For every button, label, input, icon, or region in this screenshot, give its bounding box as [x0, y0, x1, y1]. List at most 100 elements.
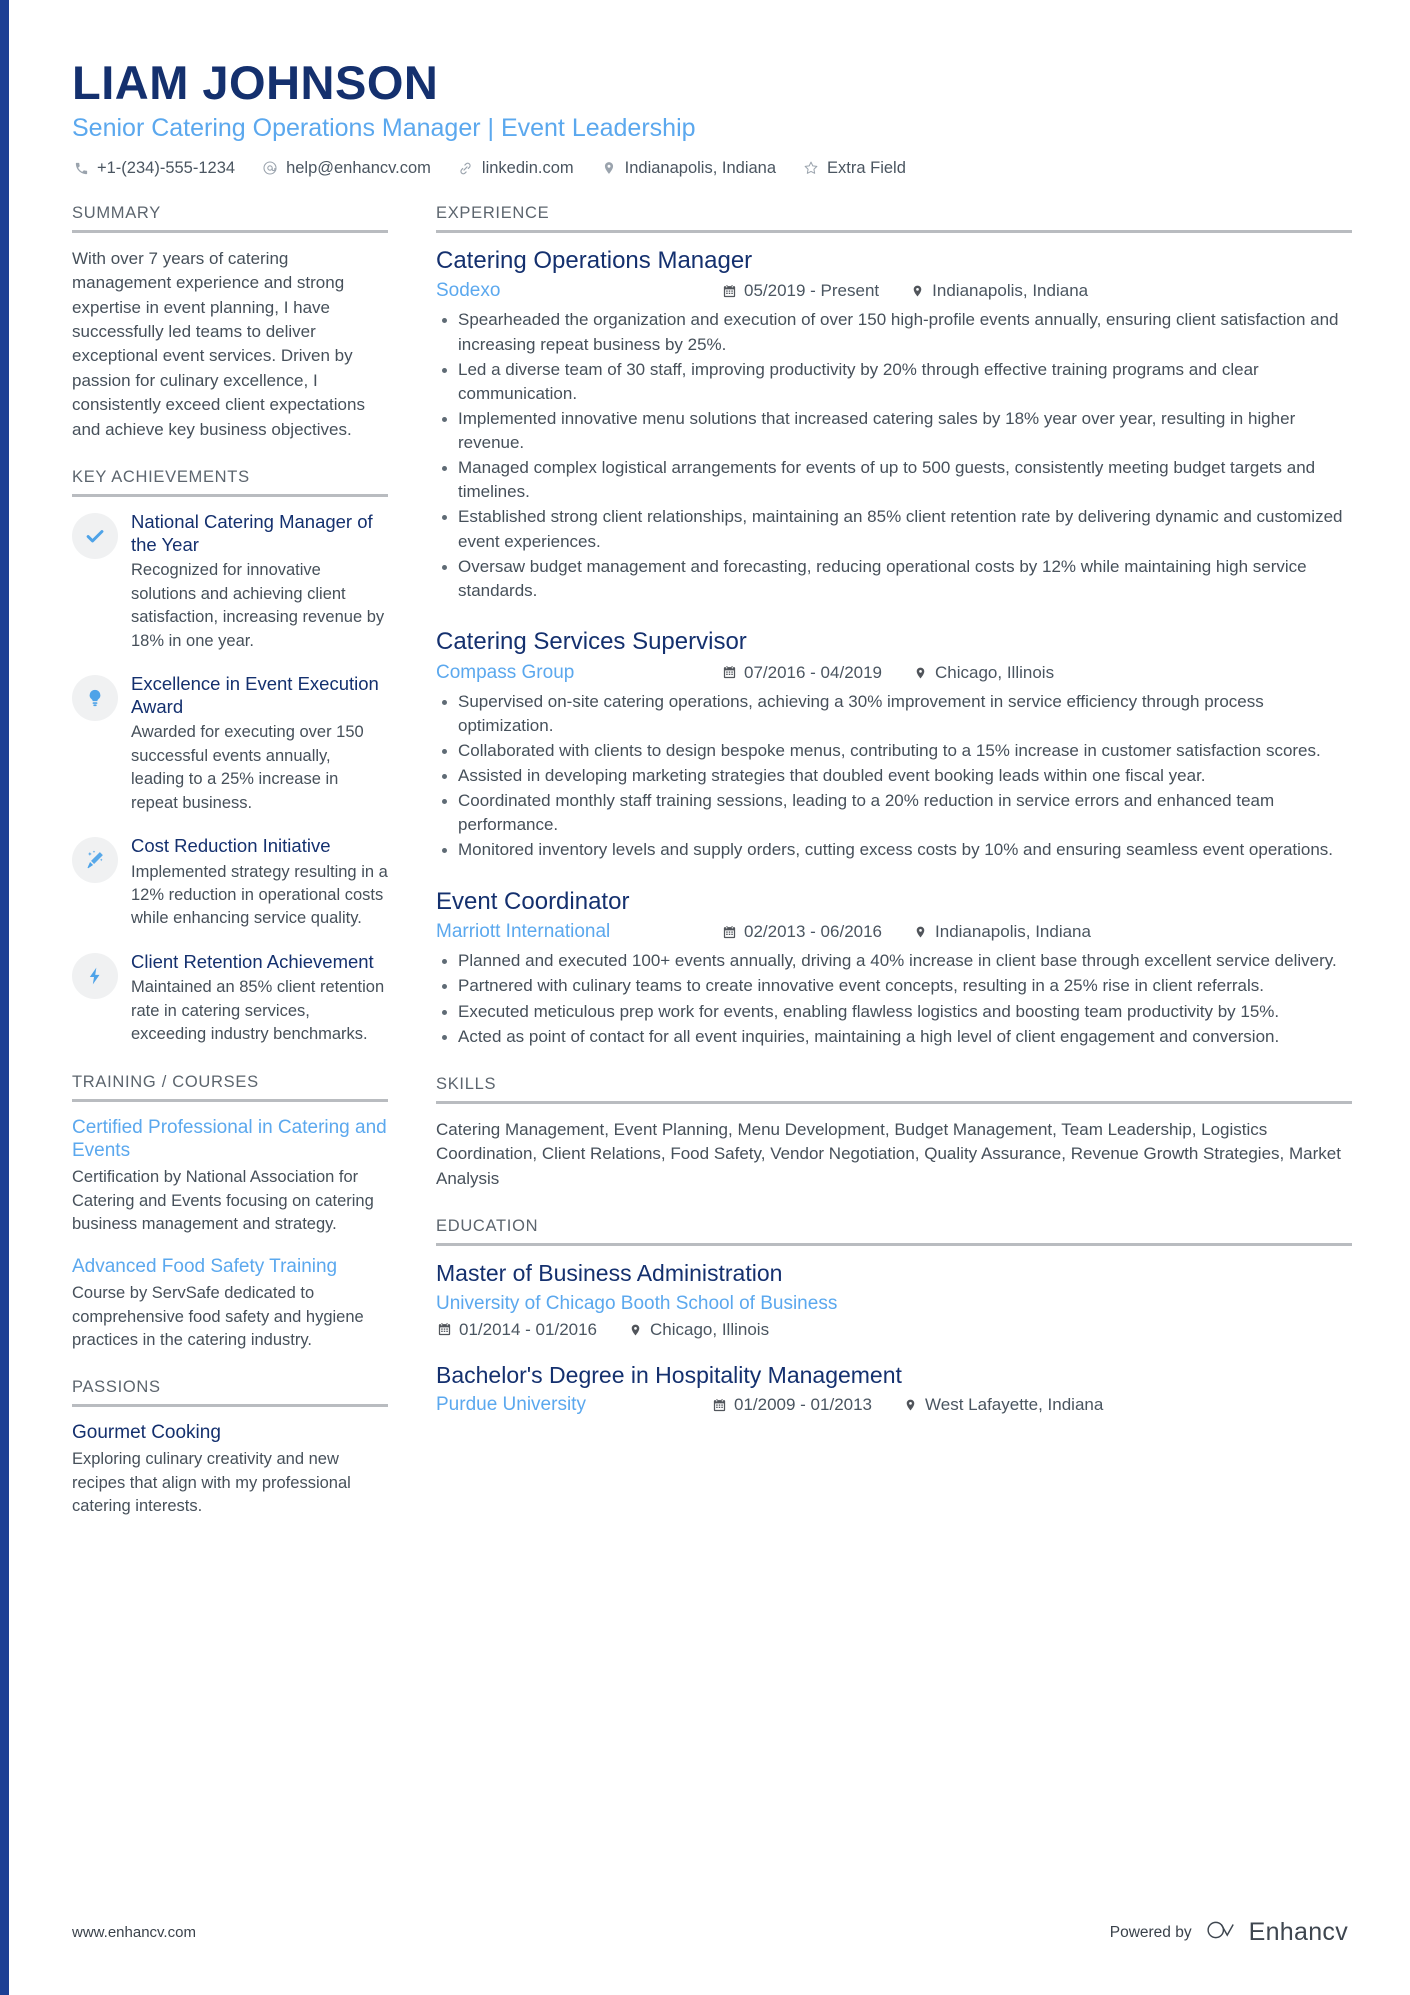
education-location: Chicago, Illinois — [627, 1320, 769, 1340]
email-icon — [261, 159, 279, 177]
achievement-description: Maintained an 85% client retention rate … — [131, 978, 385, 1044]
training-description: Course by ServSafe dedicated to comprehe… — [72, 1284, 364, 1349]
job-location-text: Indianapolis, Indiana — [935, 922, 1091, 942]
calendar-icon — [721, 924, 737, 941]
star-icon — [802, 159, 820, 177]
candidate-tagline: Senior Catering Operations Manager | Eve… — [72, 114, 696, 143]
passion-item: Gourmet Cooking Exploring culinary creat… — [72, 1421, 388, 1518]
job-bullet: Supervised on-site catering operations, … — [436, 690, 1352, 738]
job-title: Catering Services Supervisor — [436, 627, 747, 655]
achievement-item: Excellence in Event Execution Award Awar… — [72, 673, 388, 815]
section-heading-skills: SKILLS — [436, 1074, 497, 1093]
section-divider — [436, 1100, 1352, 1104]
job-dates-text: 05/2019 - Present — [744, 281, 880, 301]
experience-entry: Catering Operations Manager Sodexo 05/20… — [436, 247, 1352, 603]
job-bullet: Partnered with culinary teams to create … — [436, 974, 1352, 998]
education-entry: Master of Business Administration Univer… — [436, 1260, 1352, 1339]
job-location-text: Indianapolis, Indiana — [932, 281, 1089, 301]
summary-text: With over 7 years of catering management… — [72, 248, 365, 439]
sidebar-column: SUMMARY With over 7 years of catering ma… — [58, 204, 388, 1545]
education-meta: Purdue University 01/2009 - 01/2013 West… — [436, 1393, 1352, 1417]
location-pin-icon — [912, 924, 928, 941]
education-dates-text: 01/2009 - 01/2013 — [734, 1395, 873, 1415]
achievement-title: Client Retention Achievement — [131, 950, 374, 972]
job-bullet: Executed meticulous prep work for events… — [436, 1000, 1352, 1024]
section-passions: PASSIONS Gourmet Cooking Exploring culin… — [72, 1378, 388, 1518]
job-bullet: Established strong client relationships,… — [436, 505, 1352, 553]
job-dates-text: 07/2016 - 04/2019 — [744, 662, 883, 682]
training-item: Advanced Food Safety Training Course by … — [72, 1255, 388, 1352]
magic-wand-icon — [72, 836, 118, 883]
job-meta: Sodexo 05/2019 - Present Indianapolis, I… — [436, 280, 1352, 302]
section-experience: EXPERIENCE Catering Operations Manager S… — [436, 204, 1352, 1049]
education-location: West Lafayette, Indiana — [902, 1395, 1103, 1415]
calendar-icon — [721, 664, 737, 681]
section-heading-passions: PASSIONS — [72, 1378, 161, 1397]
achievement-title: National Catering Manager of the Year — [131, 511, 373, 555]
achievement-item: National Catering Manager of the Year Re… — [72, 511, 388, 653]
section-heading-experience: EXPERIENCE — [436, 203, 550, 222]
education-location-text: Chicago, Illinois — [650, 1319, 770, 1339]
achievement-item: Cost Reduction Initiative Implemented st… — [72, 835, 388, 931]
phone-icon — [72, 159, 90, 177]
education-degree: Master of Business Administration — [436, 1260, 783, 1287]
job-title: Catering Operations Manager — [436, 246, 753, 274]
contact-location-text: Indianapolis, Indiana — [624, 158, 777, 177]
footer-branding: Powered by Enhancv — [1110, 1918, 1348, 1947]
section-divider — [72, 494, 388, 498]
training-item: Certified Professional in Catering and E… — [72, 1116, 388, 1237]
achievement-body: National Catering Manager of the Year Re… — [131, 511, 388, 653]
lightbulb-icon — [72, 675, 118, 722]
job-company: Sodexo — [436, 280, 501, 302]
section-heading-training-courses: TRAINING / COURSES — [72, 1072, 259, 1091]
calendar-icon — [721, 283, 737, 300]
contact-email[interactable]: help@enhancv.com — [261, 159, 431, 178]
achievement-title: Excellence in Event Execution Award — [131, 673, 379, 717]
section-divider — [72, 1098, 388, 1102]
job-location: Indianapolis, Indiana — [912, 922, 1091, 942]
section-heading-key-achievements: KEY ACHIEVEMENTS — [72, 468, 250, 487]
achievement-description: Recognized for innovative solutions and … — [131, 561, 385, 650]
contact-extra-field-text: Extra Field — [827, 158, 906, 177]
job-bullet: Spearheaded the organization and executi… — [436, 308, 1352, 356]
contact-phone-text: +1-(234)-555-1234 — [97, 158, 236, 177]
achievement-body: Client Retention Achievement Maintained … — [131, 951, 388, 1047]
education-dates: 01/2009 - 01/2013 — [711, 1395, 872, 1415]
contact-link-text: linkedin.com — [481, 158, 574, 177]
job-meta: Marriott International 02/2013 - 06/2016 — [436, 921, 1352, 943]
education-dates: 01/2014 - 01/2016 — [436, 1320, 597, 1340]
location-pin-icon — [912, 664, 928, 681]
left-accent-bar — [0, 0, 9, 1995]
enhancv-brand-name: Enhancv — [1248, 1918, 1348, 1946]
location-pin-icon — [600, 159, 618, 177]
contact-email-text: help@enhancv.com — [286, 158, 431, 177]
education-school: University of Chicago Booth School of Bu… — [436, 1292, 838, 1314]
calendar-icon — [711, 1397, 727, 1414]
achievement-title: Cost Reduction Initiative — [131, 834, 331, 856]
contact-link[interactable]: linkedin.com — [457, 159, 574, 178]
training-title: Certified Professional in Catering and E… — [72, 1116, 387, 1162]
job-bullets: Spearheaded the organization and executi… — [436, 308, 1352, 603]
job-meta: Compass Group 07/2016 - 04/2019 Chicago,… — [436, 662, 1352, 684]
education-school: Purdue University — [436, 1394, 586, 1416]
footer-website-url[interactable]: www.enhancv.com — [72, 1924, 196, 1941]
job-bullet: Oversaw budget management and forecastin… — [436, 555, 1352, 603]
contact-phone[interactable]: +1-(234)-555-1234 — [72, 159, 235, 178]
link-icon — [457, 159, 475, 177]
section-key-achievements: KEY ACHIEVEMENTS National Catering Manag… — [72, 468, 388, 1046]
job-bullet: Collaborated with clients to design besp… — [436, 739, 1352, 763]
job-bullet: Coordinated monthly staff training sessi… — [436, 789, 1352, 837]
section-divider — [436, 229, 1352, 233]
job-company: Compass Group — [436, 661, 575, 683]
calendar-icon — [436, 1321, 452, 1338]
education-degree: Bachelor's Degree in Hospitality Managem… — [436, 1361, 902, 1388]
check-icon — [72, 513, 118, 560]
training-title: Advanced Food Safety Training — [72, 1256, 338, 1278]
contact-location: Indianapolis, Indiana — [600, 159, 776, 178]
contact-row: +1-(234)-555-1234 help@enhancv.com linke… — [72, 159, 1352, 178]
achievement-description: Implemented strategy resulting in a 12% … — [131, 862, 388, 928]
enhancv-brand: Enhancv — [1206, 1918, 1348, 1947]
main-column: EXPERIENCE Catering Operations Manager S… — [436, 204, 1352, 1443]
job-location: Chicago, Illinois — [912, 663, 1054, 683]
section-training-courses: TRAINING / COURSES Certified Professiona… — [72, 1073, 388, 1353]
